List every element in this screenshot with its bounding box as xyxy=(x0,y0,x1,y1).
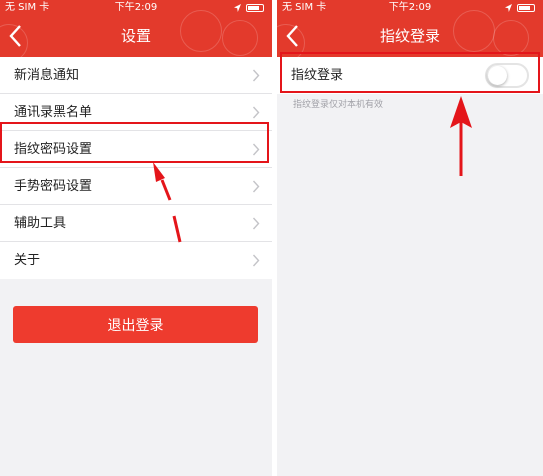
clock-label: 下午2:09 xyxy=(388,2,432,13)
page-title: 设置 xyxy=(120,27,151,45)
chevron-right-icon xyxy=(252,254,260,267)
logout-button[interactable]: 退出登录 xyxy=(13,306,258,343)
highlight-box-fingerprint-login xyxy=(280,52,540,93)
status-bar: 无 SIM 卡 下午2:09 xyxy=(277,0,543,16)
clock-label: 下午2:09 xyxy=(114,2,158,13)
status-bar: 无 SIM 卡 下午2:09 xyxy=(0,0,272,16)
chevron-right-icon xyxy=(252,217,260,230)
location-icon xyxy=(505,4,512,12)
settings-item-label: 新消息通知 xyxy=(14,68,80,83)
chevron-right-icon xyxy=(252,106,260,119)
settings-screen: 无 SIM 卡 下午2:09 设置 新消息通知 通讯录黑名单 指纹密码设置 手势… xyxy=(0,0,272,476)
settings-item-label: 关于 xyxy=(14,253,41,268)
settings-item-label: 手势密码设置 xyxy=(14,179,93,194)
settings-item-label: 辅助工具 xyxy=(14,216,67,231)
annotation-arrow-left xyxy=(153,162,182,243)
annotation-arrow-up xyxy=(450,96,472,176)
chevron-right-icon xyxy=(252,69,260,82)
battery-icon xyxy=(246,4,264,12)
settings-item-new-message[interactable]: 新消息通知 xyxy=(0,57,272,94)
settings-item-tools[interactable]: 辅助工具 xyxy=(0,205,272,242)
location-icon xyxy=(234,4,241,12)
settings-item-gesture[interactable]: 手势密码设置 xyxy=(0,168,272,205)
settings-list: 新消息通知 通讯录黑名单 指纹密码设置 手势密码设置 辅助工具 关于 xyxy=(0,57,272,279)
page-title: 指纹登录 xyxy=(379,27,440,45)
fingerprint-hint: 指纹登录仅对本机有效 xyxy=(293,100,384,110)
highlight-box-fingerprint-settings xyxy=(0,122,269,163)
nav-bar: 设置 xyxy=(0,10,272,62)
battery-icon xyxy=(517,4,535,12)
chevron-right-icon xyxy=(252,180,260,193)
nav-bar: 指纹登录 xyxy=(277,10,543,62)
settings-item-about[interactable]: 关于 xyxy=(0,242,272,279)
